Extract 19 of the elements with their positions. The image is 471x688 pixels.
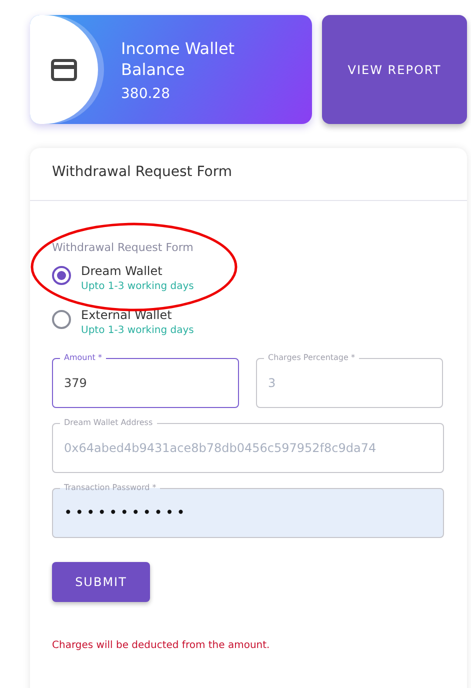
radio-hint: Upto 1-3 working days <box>81 281 194 292</box>
radio-hint: Upto 1-3 working days <box>81 325 194 336</box>
form-title: Withdrawal Request Form <box>30 148 467 201</box>
radio-label: External Wallet <box>81 308 173 322</box>
field-label: Charges Percentage * <box>264 352 359 364</box>
balance-title: Income Wallet Balance <box>121 38 236 80</box>
radio-label: Dream Wallet <box>81 264 164 278</box>
radio-button[interactable] <box>52 310 71 329</box>
radio-group-label: Withdrawal Request Form <box>52 241 194 254</box>
submit-button[interactable]: SUBMIT <box>52 562 150 602</box>
balance-amount: 380.28 <box>121 86 171 102</box>
field-value: 0x64abed4b9431ace8b78db0456c597952f8c9da74 <box>64 441 376 455</box>
credit-card-icon <box>51 58 77 80</box>
field-value: 379 <box>64 376 87 390</box>
field-value: 3 <box>268 376 276 390</box>
view-report-button[interactable]: VIEW REPORT <box>322 15 467 124</box>
charges-note: Charges will be deducted from the amount. <box>52 640 271 651</box>
radio-button[interactable] <box>52 266 71 285</box>
field-value: ••••••••••• <box>64 505 188 521</box>
